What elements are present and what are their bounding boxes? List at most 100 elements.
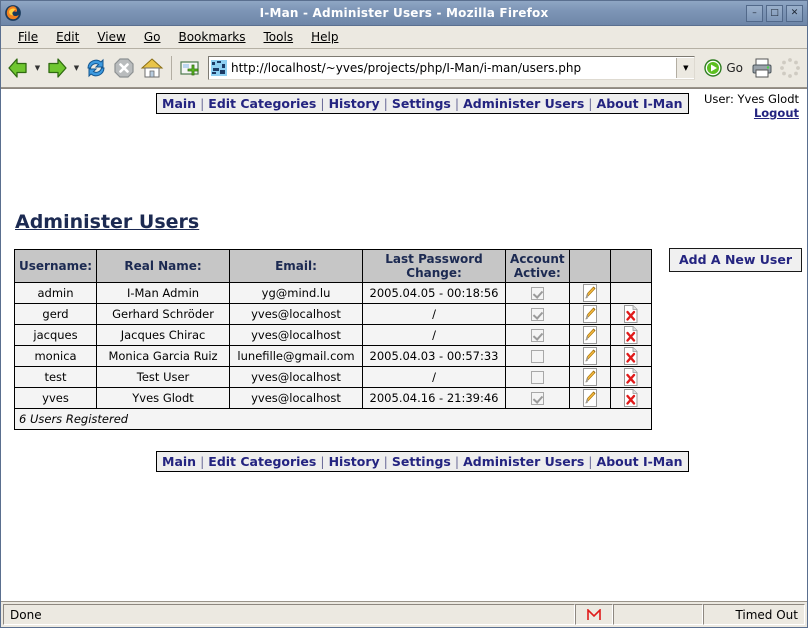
users-table: Username: Real Name: Email: Last Passwor… (13, 249, 652, 430)
forward-arrow-icon[interactable] (44, 55, 70, 81)
navigation-toolbar: ▼ ▼ http://localhost/~yves/projects/php/… (1, 49, 807, 88)
new-tab-icon[interactable] (178, 55, 204, 81)
header-username: Username: (13, 249, 98, 283)
status-blank-panel (613, 604, 703, 625)
bottom-navigation-wrapper: Main | Edit Categories | History | Settings | Ad… (1, 451, 807, 475)
delete-user-placeholder (609, 282, 652, 304)
go-button[interactable]: Go (699, 58, 747, 78)
edit-user-button[interactable] (568, 366, 611, 388)
edit-user-button[interactable] (568, 345, 611, 367)
cell-last-password-change: / (362, 303, 507, 325)
back-arrow-icon[interactable] (5, 55, 31, 81)
stop-icon (114, 58, 134, 78)
nav-bottom-about-i-man[interactable]: About I-Man (597, 454, 683, 469)
gmail-m-glyph (587, 608, 601, 620)
cell-real-name: Monica Garcia Ruiz (96, 345, 231, 367)
cell-email: yves@localhost (229, 366, 364, 388)
status-bar: Done Timed Out (1, 601, 807, 627)
delete-user-button[interactable] (609, 324, 652, 346)
cell-last-password-change: 2005.04.05 - 00:18:56 (362, 282, 507, 304)
delete-user-button[interactable] (609, 345, 652, 367)
nav-bottom-administer-users[interactable]: Administer Users (463, 454, 584, 469)
menu-go[interactable]: Go (135, 28, 170, 46)
menu-bookmarks[interactable]: Bookmarks (169, 28, 254, 46)
nav-settings[interactable]: Settings (392, 96, 451, 111)
nav-bottom-history[interactable]: History (329, 454, 380, 469)
nav-main[interactable]: Main (162, 96, 196, 111)
delete-user-button[interactable] (609, 303, 652, 325)
minimize-button[interactable]: – (746, 4, 763, 22)
menu-view-label: View (97, 30, 126, 44)
menu-view[interactable]: View (88, 28, 134, 46)
nav-bottom-edit-categories[interactable]: Edit Categories (208, 454, 316, 469)
account-active-checkbox (530, 308, 544, 321)
nav-separator: | (320, 454, 325, 469)
users-registered-count: 6 Users Registered (14, 408, 652, 430)
menu-help[interactable]: Help (302, 28, 347, 46)
nav-separator: | (454, 454, 460, 469)
edit-user-button[interactable] (568, 387, 611, 409)
cell-username: gerd (13, 303, 98, 325)
nav-administer-users[interactable]: Administer Users (463, 96, 584, 111)
forward-dropdown-icon[interactable]: ▼ (72, 55, 81, 81)
cell-last-password-change: 2005.04.03 - 00:57:33 (362, 345, 507, 367)
user-info: User: Yves Glodt Logout (704, 92, 799, 120)
add-new-user-button[interactable]: Add A New User (669, 248, 803, 272)
cell-account-active (505, 366, 570, 388)
window-controls: – □ ✕ (746, 4, 807, 22)
header-edit (568, 249, 611, 283)
nav-about-i-man[interactable]: About I-Man (597, 96, 683, 111)
account-active-checkbox (530, 371, 544, 384)
edit-user-button[interactable] (568, 324, 611, 346)
header-delete (609, 249, 652, 283)
print-icon[interactable] (749, 55, 775, 81)
edit-user-button[interactable] (568, 303, 611, 325)
url-dropdown-icon[interactable]: ▼ (676, 58, 695, 78)
nav-bottom-main[interactable]: Main (162, 454, 196, 469)
go-label: Go (726, 61, 743, 75)
menu-tools[interactable]: Tools (255, 28, 303, 46)
menu-tools-label: Tools (263, 30, 294, 44)
url-text[interactable]: http://localhost/~yves/projects/php/I-Ma… (231, 61, 676, 75)
nav-bottom-settings[interactable]: Settings (392, 454, 451, 469)
nav-edit-categories[interactable]: Edit Categories (208, 96, 316, 111)
home-icon[interactable] (139, 55, 165, 81)
firefox-icon (5, 5, 21, 21)
cell-email: lunefille@gmail.com (229, 345, 364, 367)
reload-icon[interactable] (83, 55, 109, 81)
nav-separator: | (383, 96, 388, 111)
menu-file[interactable]: File (9, 28, 47, 46)
cell-last-password-change: / (362, 324, 507, 346)
menu-edit[interactable]: Edit (47, 28, 88, 46)
cell-email: yg@mind.lu (229, 282, 364, 304)
top-navigation: Main | Edit Categories | History | Settings | Ad… (156, 93, 689, 114)
close-button[interactable]: ✕ (786, 4, 803, 22)
back-dropdown-icon[interactable]: ▼ (33, 55, 42, 81)
delete-user-button[interactable] (609, 366, 652, 388)
go-icon[interactable] (703, 58, 723, 78)
cell-account-active (505, 387, 570, 409)
header-real-name: Real Name: (96, 249, 231, 283)
throbber-icon (780, 58, 800, 78)
table-row: admin I-Man Admin yg@mind.lu 2005.04.05 - 0… (13, 282, 652, 304)
title-bar: I-Man - Administer Users - Mozilla Firef… (1, 1, 807, 26)
cell-account-active (505, 345, 570, 367)
cell-username: jacques (13, 324, 98, 346)
logout-link[interactable]: Logout (704, 106, 799, 120)
edit-user-button[interactable] (568, 282, 611, 304)
browser-window: I-Man - Administer Users - Mozilla Firef… (0, 0, 808, 628)
table-row: yves Yves Glodt yves@localhost 2005.04.16 -… (13, 387, 652, 409)
cell-real-name: Jacques Chirac (96, 324, 231, 346)
menu-edit-label: Edit (56, 30, 80, 44)
maximize-button[interactable]: □ (766, 4, 783, 22)
account-active-checkbox (530, 350, 544, 363)
nav-history[interactable]: History (329, 96, 380, 111)
cell-username: monica (13, 345, 98, 367)
cell-username: yves (13, 387, 98, 409)
delete-user-button[interactable] (609, 387, 652, 409)
gmail-m-icon[interactable] (575, 604, 613, 625)
table-row: jacques Jacques Chirac yves@localhost / (13, 324, 652, 346)
url-bar[interactable]: http://localhost/~yves/projects/php/I-Ma… (208, 56, 696, 80)
menu-go-label: Go (143, 30, 161, 44)
account-active-checkbox (530, 287, 544, 300)
